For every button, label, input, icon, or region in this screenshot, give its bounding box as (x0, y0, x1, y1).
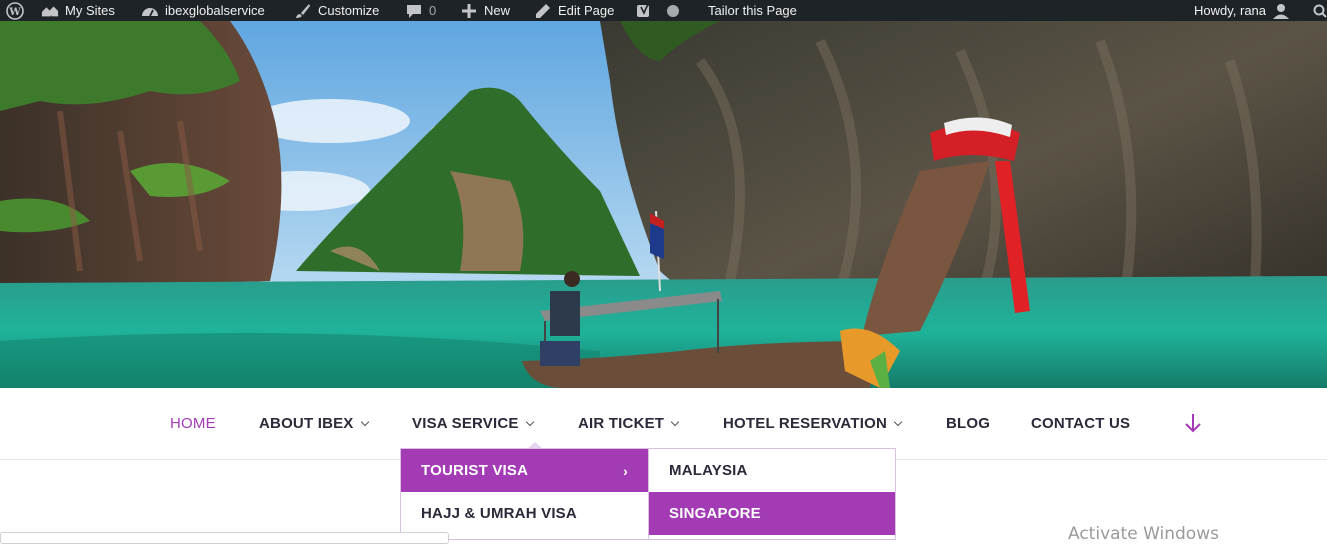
my-sites-icon (41, 2, 59, 20)
chevron-down-icon (893, 417, 903, 426)
hajj-umrah-label: HAJJ & UMRAH VISA (421, 505, 577, 522)
my-sites-label: My Sites (65, 3, 115, 18)
malaysia-label: MALAYSIA (669, 462, 748, 479)
chevron-right-icon: › (623, 463, 628, 479)
nav-item-blog[interactable]: BLOG (946, 388, 990, 458)
customize-label: Customize (318, 3, 380, 18)
yoast-icon (636, 2, 654, 20)
plus-icon (460, 2, 478, 20)
nav-label-air-ticket: AIR TICKET (578, 414, 665, 432)
search-icon[interactable] (1313, 0, 1327, 21)
nav-label-contact-us: CONTACT US (1031, 414, 1131, 432)
comments-count: 0 (429, 3, 437, 18)
nav-label-blog: BLOG (946, 414, 991, 432)
hero-banner-image (0, 21, 1327, 388)
site-name-label: ibexglobalservice (165, 3, 265, 18)
account-menu[interactable]: Howdy, rana (1194, 0, 1290, 21)
nav-label-visa-service: VISA SERVICE (412, 414, 519, 432)
dashboard-icon (141, 2, 159, 20)
admin-bar: W My Sites ibexglobalservice Customize 0… (0, 0, 1327, 21)
yoast-menu[interactable] (636, 0, 654, 21)
seo-status-dot-icon (666, 0, 680, 21)
visa-service-dropdown: TOURIST VISA › HAJJ & UMRAH VISA (400, 448, 649, 540)
chevron-down-icon (525, 417, 534, 426)
nav-item-about-ibex[interactable]: ABOUT IBEX (259, 388, 369, 458)
dropdown-item-hajj-umrah-visa[interactable]: HAJJ & UMRAH VISA (401, 492, 648, 535)
tailor-label: Tailor this Page (708, 3, 797, 18)
nav-label-about-ibex: ABOUT IBEX (259, 414, 354, 432)
submenu-item-singapore[interactable]: SINGAPORE (649, 492, 895, 535)
wordpress-logo-icon[interactable]: W (6, 0, 24, 21)
tailor-page-link[interactable]: Tailor this Page (708, 0, 797, 21)
nav-item-home[interactable]: HOME (170, 388, 216, 458)
edit-page-link[interactable]: Edit Page (534, 0, 614, 21)
brush-icon (294, 2, 312, 20)
new-label: New (484, 3, 511, 18)
tourist-visa-label: TOURIST VISA (421, 462, 529, 479)
new-content-menu[interactable]: New (460, 0, 510, 21)
pencil-icon (534, 2, 552, 20)
chevron-down-icon (360, 417, 369, 426)
howdy-label: Howdy, rana (1194, 3, 1267, 18)
arrow-down-icon[interactable] (1184, 388, 1202, 458)
nav-label-hotel-reservation: HOTEL RESERVATION (723, 414, 887, 432)
tourist-visa-submenu: MALAYSIA SINGAPORE (648, 448, 896, 540)
chevron-down-icon (670, 417, 680, 426)
singapore-label: SINGAPORE (669, 505, 761, 522)
submenu-item-malaysia[interactable]: MALAYSIA (649, 449, 895, 492)
customize-link[interactable]: Customize (294, 0, 379, 21)
svg-text:W: W (8, 7, 21, 18)
activate-windows-watermark: Activate Windows (1068, 524, 1219, 544)
user-avatar-icon (1272, 2, 1290, 20)
dropdown-item-tourist-visa[interactable]: TOURIST VISA › (401, 449, 648, 492)
edit-page-label: Edit Page (558, 3, 615, 18)
nav-item-contact-us[interactable]: CONTACT US (1031, 388, 1130, 458)
nav-label-home: HOME (170, 414, 216, 432)
comments-link[interactable]: 0 (405, 0, 436, 21)
site-name-menu[interactable]: ibexglobalservice (141, 0, 265, 21)
comment-bubble-icon (405, 2, 423, 20)
browser-status-bar (0, 532, 449, 544)
my-sites-menu[interactable]: My Sites (41, 0, 115, 21)
